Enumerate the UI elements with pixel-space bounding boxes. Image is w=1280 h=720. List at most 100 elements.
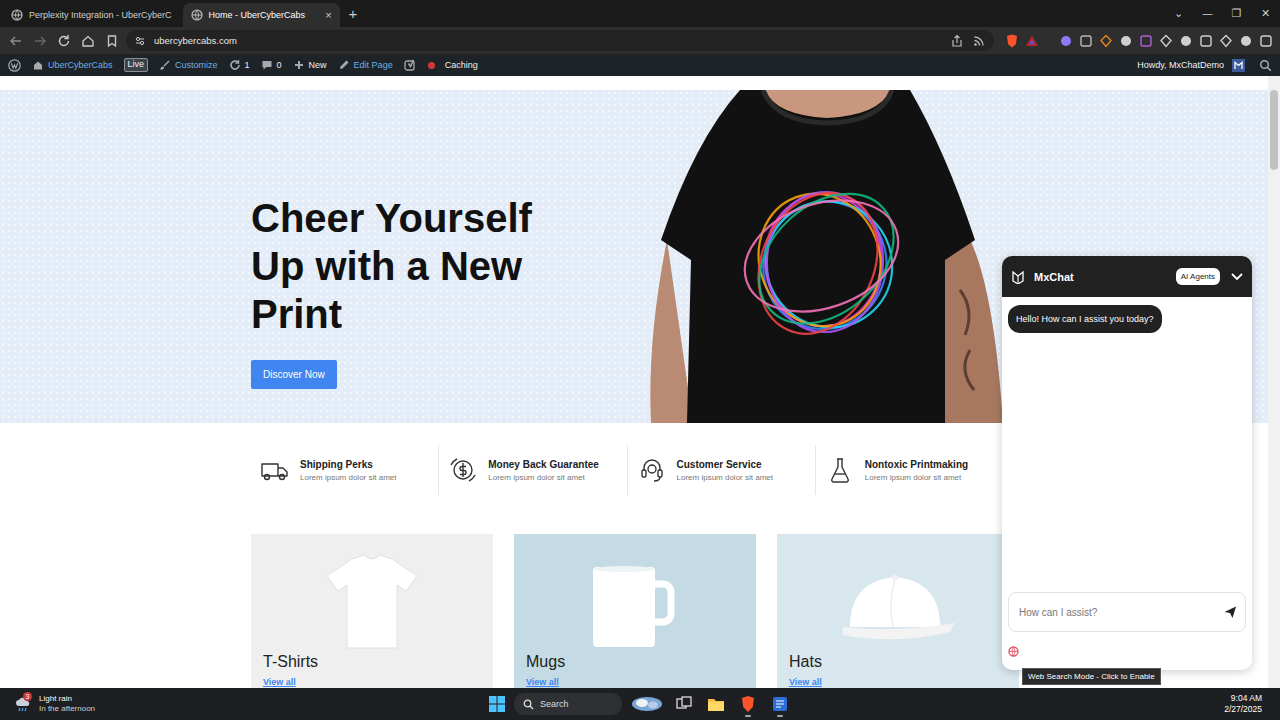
admin-bar-item[interactable]: Customize	[159, 59, 218, 71]
ai-agents-button[interactable]: AI Agents	[1176, 268, 1220, 285]
forward-arrow-icon	[32, 33, 48, 49]
maximize-button[interactable]: ❐	[1222, 7, 1251, 20]
back-arrow-icon	[8, 33, 24, 49]
search-icon[interactable]	[1259, 59, 1272, 72]
admin-bar-item[interactable]: UberCyberCabs	[32, 59, 113, 71]
view-all-link[interactable]: View all	[789, 677, 822, 687]
weather-widget[interactable]: 3 Light rainIn the afternoon	[0, 694, 488, 714]
discover-button[interactable]: Discover Now	[251, 360, 337, 389]
view-all-link[interactable]: View all	[263, 677, 296, 687]
reload-icon	[56, 33, 72, 49]
share-icon[interactable]	[950, 34, 964, 48]
bookmark-icon	[104, 33, 120, 49]
extension-icon[interactable]	[1178, 33, 1194, 49]
scrollbar[interactable]	[1268, 76, 1280, 688]
app-window-icon	[771, 695, 789, 713]
admin-bar-item[interactable]: 1	[229, 59, 250, 71]
taskbar-app[interactable]	[736, 691, 760, 717]
pencil-icon	[338, 59, 350, 71]
greeting[interactable]: Howdy, MxChatDemo	[1137, 60, 1224, 70]
task-view-icon	[675, 695, 693, 713]
chat-input-box	[1008, 592, 1246, 632]
weather-condition: Light rain	[39, 694, 95, 704]
category-card[interactable]: T-Shirts View all	[251, 534, 493, 688]
chat-input[interactable]	[1017, 606, 1217, 619]
extension-icon[interactable]	[1218, 33, 1234, 49]
close-window-button[interactable]: ✕	[1251, 7, 1280, 20]
feature-title: Customer Service	[677, 459, 773, 470]
bookmark-button[interactable]	[102, 31, 122, 51]
brave-rewards-icon[interactable]	[1024, 33, 1040, 49]
browser-tab[interactable]: Perplexity Integration - UberCyberC	[3, 3, 180, 27]
admin-bar-item[interactable]: Caching	[404, 59, 478, 71]
extension-icon[interactable]	[1258, 33, 1274, 49]
bot-message: Hello! How can I assist you today?	[1008, 305, 1162, 333]
clock-time: 9:04 AM	[1224, 693, 1262, 704]
new-tab-button[interactable]: +	[343, 6, 364, 21]
admin-bar-item[interactable]: Edit Page	[338, 59, 393, 71]
weather-widget-icon-wrap: 3	[14, 696, 32, 712]
send-icon[interactable]	[1223, 605, 1237, 619]
home-icon	[80, 33, 96, 49]
forward-arrow-button[interactable]	[30, 31, 50, 51]
feature-description: Lorem ipsum dolor sit amet	[865, 473, 968, 482]
home-button[interactable]	[78, 31, 98, 51]
brave-shields-icon[interactable]	[1004, 33, 1020, 49]
scrollbar-thumb[interactable]	[1270, 90, 1278, 170]
feature-title: Shipping Perks	[300, 459, 396, 470]
web-search-toggle-icon[interactable]	[1008, 646, 1019, 657]
page-content: Cheer Yourself Up with a New PrintDiscov…	[0, 76, 1268, 688]
taskbar-app[interactable]	[672, 695, 696, 713]
admin-bar-item[interactable]: 0	[261, 59, 282, 71]
chat-tools	[1002, 632, 1252, 670]
widget-picture-icon[interactable]	[630, 695, 664, 713]
close-tab-button[interactable]: ×	[317, 9, 331, 21]
address-field[interactable]: ubercybercabs.com	[126, 30, 994, 51]
extension-icon[interactable]	[1118, 33, 1134, 49]
category-title: T-Shirts	[263, 653, 481, 671]
status-dot	[428, 62, 435, 69]
extension-icon[interactable]	[1078, 33, 1094, 49]
tab-label: Perplexity Integration - UberCyberC	[29, 10, 172, 20]
admin-bar-account: Howdy, MxChatDemo	[1137, 59, 1272, 72]
avatar-icon[interactable]	[1232, 59, 1245, 72]
extension-icon[interactable]	[1098, 33, 1114, 49]
chevron-down-icon[interactable]	[1229, 269, 1245, 285]
weather-detail: In the afternoon	[39, 704, 95, 714]
chat-title: MxChat	[1034, 271, 1074, 283]
back-arrow-button[interactable]	[6, 31, 26, 51]
extension-icon[interactable]	[1158, 33, 1174, 49]
taskbar-app[interactable]	[704, 695, 728, 713]
dashboard-icon	[32, 59, 44, 71]
feature-item: Shipping PerksLorem ipsum dolor sit amet	[251, 445, 438, 495]
feature-text: Customer Service Lorem ipsum dolor sit am…	[677, 459, 773, 482]
feature-title: Nontoxic Printmaking	[865, 459, 968, 470]
admin-bar-item[interactable]: Live	[124, 58, 149, 72]
wordpress-logo-icon[interactable]	[8, 59, 21, 72]
category-card[interactable]: MugsView all	[514, 534, 756, 688]
extension-icon[interactable]	[1198, 33, 1214, 49]
taskbar-search[interactable]: Search	[514, 693, 622, 715]
extension-icon[interactable]	[1058, 33, 1074, 49]
admin-bar-label: Caching	[445, 60, 478, 70]
tab-list-button[interactable]: ⌄	[1164, 7, 1193, 20]
extension-icon[interactable]	[1238, 33, 1254, 49]
rss-icon[interactable]	[972, 34, 986, 48]
reload-button[interactable]	[54, 31, 74, 51]
category-card[interactable]: HatsView all	[777, 534, 1019, 688]
feature-text: Money Back GuaranteeLorem ipsum dolor si…	[488, 459, 599, 482]
taskbar-app[interactable]	[768, 691, 792, 717]
site-info-icon	[134, 35, 146, 47]
view-all-link[interactable]: View all	[526, 677, 559, 687]
minimize-button[interactable]: —	[1193, 7, 1222, 20]
feature-description: Lorem ipsum dolor sit amet	[677, 473, 773, 482]
extension-icon[interactable]	[1138, 33, 1154, 49]
admin-bar-label: 1	[245, 60, 250, 70]
admin-bar-item[interactable]: New	[293, 59, 327, 71]
windows-start-icon[interactable]	[488, 695, 506, 713]
clock[interactable]: 9:04 AM2/27/2025	[1224, 693, 1280, 715]
feature-text: Shipping PerksLorem ipsum dolor sit amet	[300, 459, 396, 482]
tab-label: Home - UberCyberCabs	[209, 10, 312, 20]
browser-tab[interactable]: Home - UberCyberCabs ×	[183, 3, 340, 27]
web-search-tooltip: Web Search Mode - Click to Enable	[1022, 668, 1161, 685]
